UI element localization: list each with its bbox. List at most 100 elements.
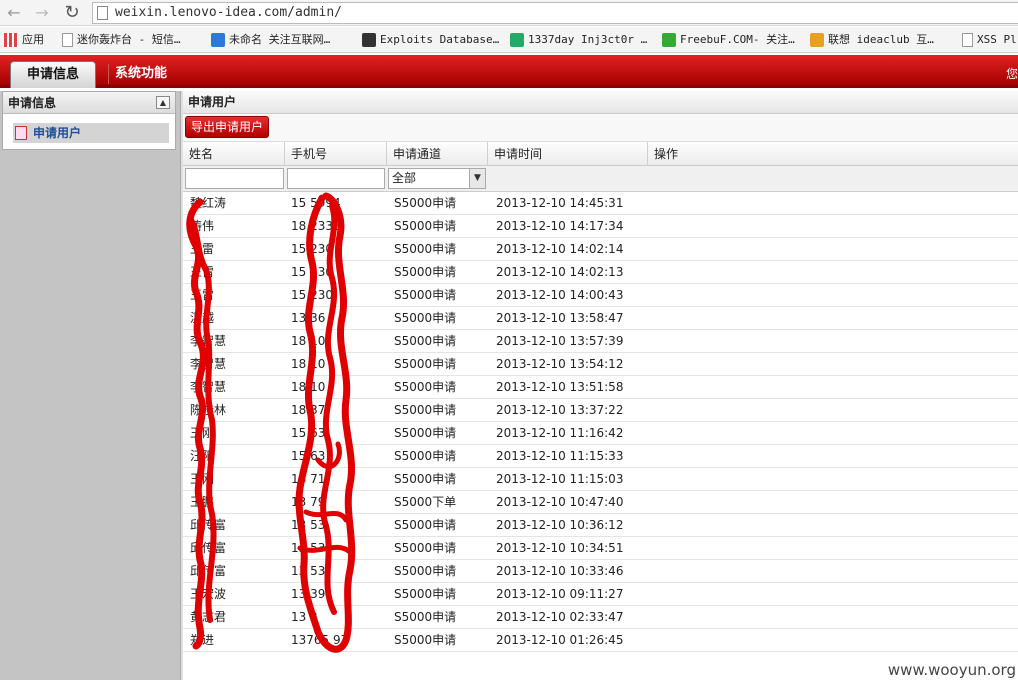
table-row[interactable]: 邱传富 13 53 S5000申请 2013-12-10 10:33:46 <box>183 560 1018 583</box>
tab-apply-info[interactable]: 申请信息 <box>10 61 96 88</box>
grid-column-header: 姓名 手机号 申请通道 申请时间 操作 <box>183 142 1018 166</box>
cell-name: 李智慧 <box>190 380 227 394</box>
table-row[interactable]: 魏红涛 15 5994 S5000申请 2013-12-10 14:45:31 <box>183 192 1018 215</box>
cell-channel: S5000申请 <box>394 380 457 394</box>
bookmark-item[interactable]: FreebuF.COM- 关注… <box>662 32 795 48</box>
channel-filter-select[interactable]: 全部 ▼ <box>388 168 486 189</box>
name-filter-input[interactable] <box>185 168 284 189</box>
bookmark-item[interactable]: 应用 <box>4 32 44 48</box>
cell-channel: S5000申请 <box>394 334 457 348</box>
table-row[interactable]: 王刚 15 63 S5000申请 2013-12-10 11:16:42 <box>183 422 1018 445</box>
grid-body: 魏红涛 15 5994 S5000申请 2013-12-10 14:45:31 涛伟 18… <box>183 192 1018 652</box>
cell-time: 2013-12-10 10:47:40 <box>496 495 624 509</box>
cell-phone: 13765 97 <box>291 633 349 647</box>
cell-phone: 13 53 <box>291 518 326 532</box>
cell-channel: S5000申请 <box>394 288 457 302</box>
table-row[interactable]: 温越 13 36 S5000申请 2013-12-10 13:58:47 <box>183 307 1018 330</box>
cell-channel: S5000申请 <box>394 541 457 555</box>
cell-time: 2013-12-10 09:11:27 <box>496 587 624 601</box>
cell-name: 黄志君 <box>190 610 227 624</box>
chevron-down-icon[interactable]: ▼ <box>469 169 485 188</box>
cell-phone: 15 230 <box>291 288 333 302</box>
table-row[interactable]: 王鹏 13 79 S5000下单 2013-12-10 10:47:40 <box>183 491 1018 514</box>
exploit-db-icon <box>362 33 376 47</box>
cell-name: 陈桂林 <box>190 403 227 417</box>
forward-arrow-icon[interactable]: → <box>32 3 52 23</box>
cell-channel: S5000申请 <box>394 357 457 371</box>
cell-time: 2013-12-10 14:17:34 <box>496 219 624 233</box>
bookmark-label: 应用 <box>22 33 44 46</box>
table-row[interactable]: 邱传富 13 53 S5000申请 2013-12-10 10:36:12 <box>183 514 1018 537</box>
reload-icon[interactable]: ↻ <box>62 3 82 23</box>
bookmark-item[interactable]: 未命名 关注互联网… <box>211 32 330 48</box>
cell-channel: S5000申请 <box>394 564 457 578</box>
back-arrow-icon[interactable]: ← <box>4 3 24 23</box>
cell-channel: S5000申请 <box>394 265 457 279</box>
table-row[interactable]: 汪阳 15 63 S5000申请 2013-12-10 11:15:33 <box>183 445 1018 468</box>
cell-time: 2013-12-10 14:02:14 <box>496 242 624 256</box>
cell-name: 涛伟 <box>190 219 215 233</box>
cell-channel: S5000申请 <box>394 610 457 624</box>
main-panel: 申请用户 导出申请用户 姓名 手机号 申请通道 申请时间 操作 全部 ▼ 魏红涛… <box>183 91 1018 680</box>
column-header-name[interactable]: 姓名 <box>183 142 285 166</box>
collapse-up-icon[interactable]: ▲ <box>156 96 170 109</box>
tab-system-functions[interactable]: 系统功能 <box>108 64 173 84</box>
cell-name: 王刚 <box>190 426 215 440</box>
cell-name: 邱传富 <box>190 518 227 532</box>
column-header-channel[interactable]: 申请通道 <box>387 142 488 166</box>
cell-name: 王雷 <box>190 288 215 302</box>
column-header-time[interactable]: 申请时间 <box>488 142 648 166</box>
column-header-phone[interactable]: 手机号 <box>285 142 387 166</box>
cell-time: 2013-12-10 13:37:22 <box>496 403 624 417</box>
table-row[interactable]: 王宏波 13 39 S5000申请 2013-12-10 09:11:27 <box>183 583 1018 606</box>
1337day-icon <box>510 33 524 47</box>
table-row[interactable]: 王雷 15 230 S5000申请 2013-12-10 14:00:43 <box>183 284 1018 307</box>
table-row[interactable]: 王雷 15 230 S5000申请 2013-12-10 14:02:14 <box>183 238 1018 261</box>
cell-name: 李智慧 <box>190 334 227 348</box>
watermark: www.wooyun.org <box>887 661 1016 679</box>
table-row[interactable]: 郑进 13765 97 S5000申请 2013-12-10 01:26:45 <box>183 629 1018 652</box>
grid-toolbar: 导出申请用户 <box>183 114 1018 142</box>
browser-toolbar: ← → ↻ weixin.lenovo-idea.com/admin/ <box>0 0 1018 26</box>
cell-phone: 13 2 <box>291 610 318 624</box>
cell-phone: 18 10 <box>291 334 326 348</box>
sidebar-item-apply-users[interactable]: 申请用户 <box>13 123 169 143</box>
cell-time: 2013-12-10 11:16:42 <box>496 426 624 440</box>
bookmark-item[interactable]: 联想 ideaclub 互… <box>810 32 934 48</box>
table-row[interactable]: 李智慧 18 10 S5000申请 2013-12-10 13:57:39 <box>183 330 1018 353</box>
page-icon <box>62 33 73 47</box>
bookmark-label: XSS Pl <box>977 33 1017 46</box>
cell-time: 2013-12-10 10:34:51 <box>496 541 624 555</box>
cell-phone: 18 10 <box>291 380 326 394</box>
cell-phone: 18 2338 <box>291 219 341 233</box>
table-row[interactable]: 邱传富 13 53 S5000申请 2013-12-10 10:34:51 <box>183 537 1018 560</box>
table-row[interactable]: 李智慧 18 10 S5000申请 2013-12-10 13:54:12 <box>183 353 1018 376</box>
export-users-button[interactable]: 导出申请用户 <box>185 116 270 138</box>
column-header-actions[interactable]: 操作 <box>648 142 1018 166</box>
page-title: 申请用户 <box>183 91 1018 114</box>
channel-filter-value: 全部 <box>392 171 417 185</box>
cell-phone: 15 63 <box>291 426 326 440</box>
cell-channel: S5000申请 <box>394 219 457 233</box>
phone-filter-input[interactable] <box>287 168 385 189</box>
document-icon <box>15 126 27 140</box>
cell-time: 2013-12-10 13:57:39 <box>496 334 624 348</box>
table-row[interactable]: 陈桂林 18 37 S5000申请 2013-12-10 13:37:22 <box>183 399 1018 422</box>
cell-time: 2013-12-10 13:51:58 <box>496 380 624 394</box>
table-row[interactable]: 王雷 15 230 S5000申请 2013-12-10 14:02:13 <box>183 261 1018 284</box>
cell-phone: 13 53 <box>291 541 326 555</box>
table-row[interactable]: 王刚 18 71 S5000申请 2013-12-10 11:15:03 <box>183 468 1018 491</box>
cell-time: 2013-12-10 10:33:46 <box>496 564 624 578</box>
bookmark-item[interactable]: Exploits Database… <box>362 32 499 48</box>
table-row[interactable]: 黄志君 13 2 S5000申请 2013-12-10 02:33:47 <box>183 606 1018 629</box>
bookmark-item[interactable]: 1337day Inj3ct0r … <box>510 32 647 48</box>
apps-grid-icon <box>4 33 18 47</box>
table-row[interactable]: 李智慧 18 10 S5000申请 2013-12-10 13:51:58 <box>183 376 1018 399</box>
bookmark-item[interactable]: XSS Pl <box>962 32 1017 48</box>
table-row[interactable]: 涛伟 18 2338 S5000申请 2013-12-10 14:17:34 <box>183 215 1018 238</box>
cell-time: 2013-12-10 11:15:33 <box>496 449 624 463</box>
bookmark-item[interactable]: 迷你轰炸台 - 短信… <box>62 32 181 48</box>
sidebar-panel: 申请信息 ▲ 申请用户 <box>2 91 176 150</box>
address-bar[interactable]: weixin.lenovo-idea.com/admin/ <box>92 2 1018 24</box>
sidebar-item-label: 申请用户 <box>33 126 82 140</box>
